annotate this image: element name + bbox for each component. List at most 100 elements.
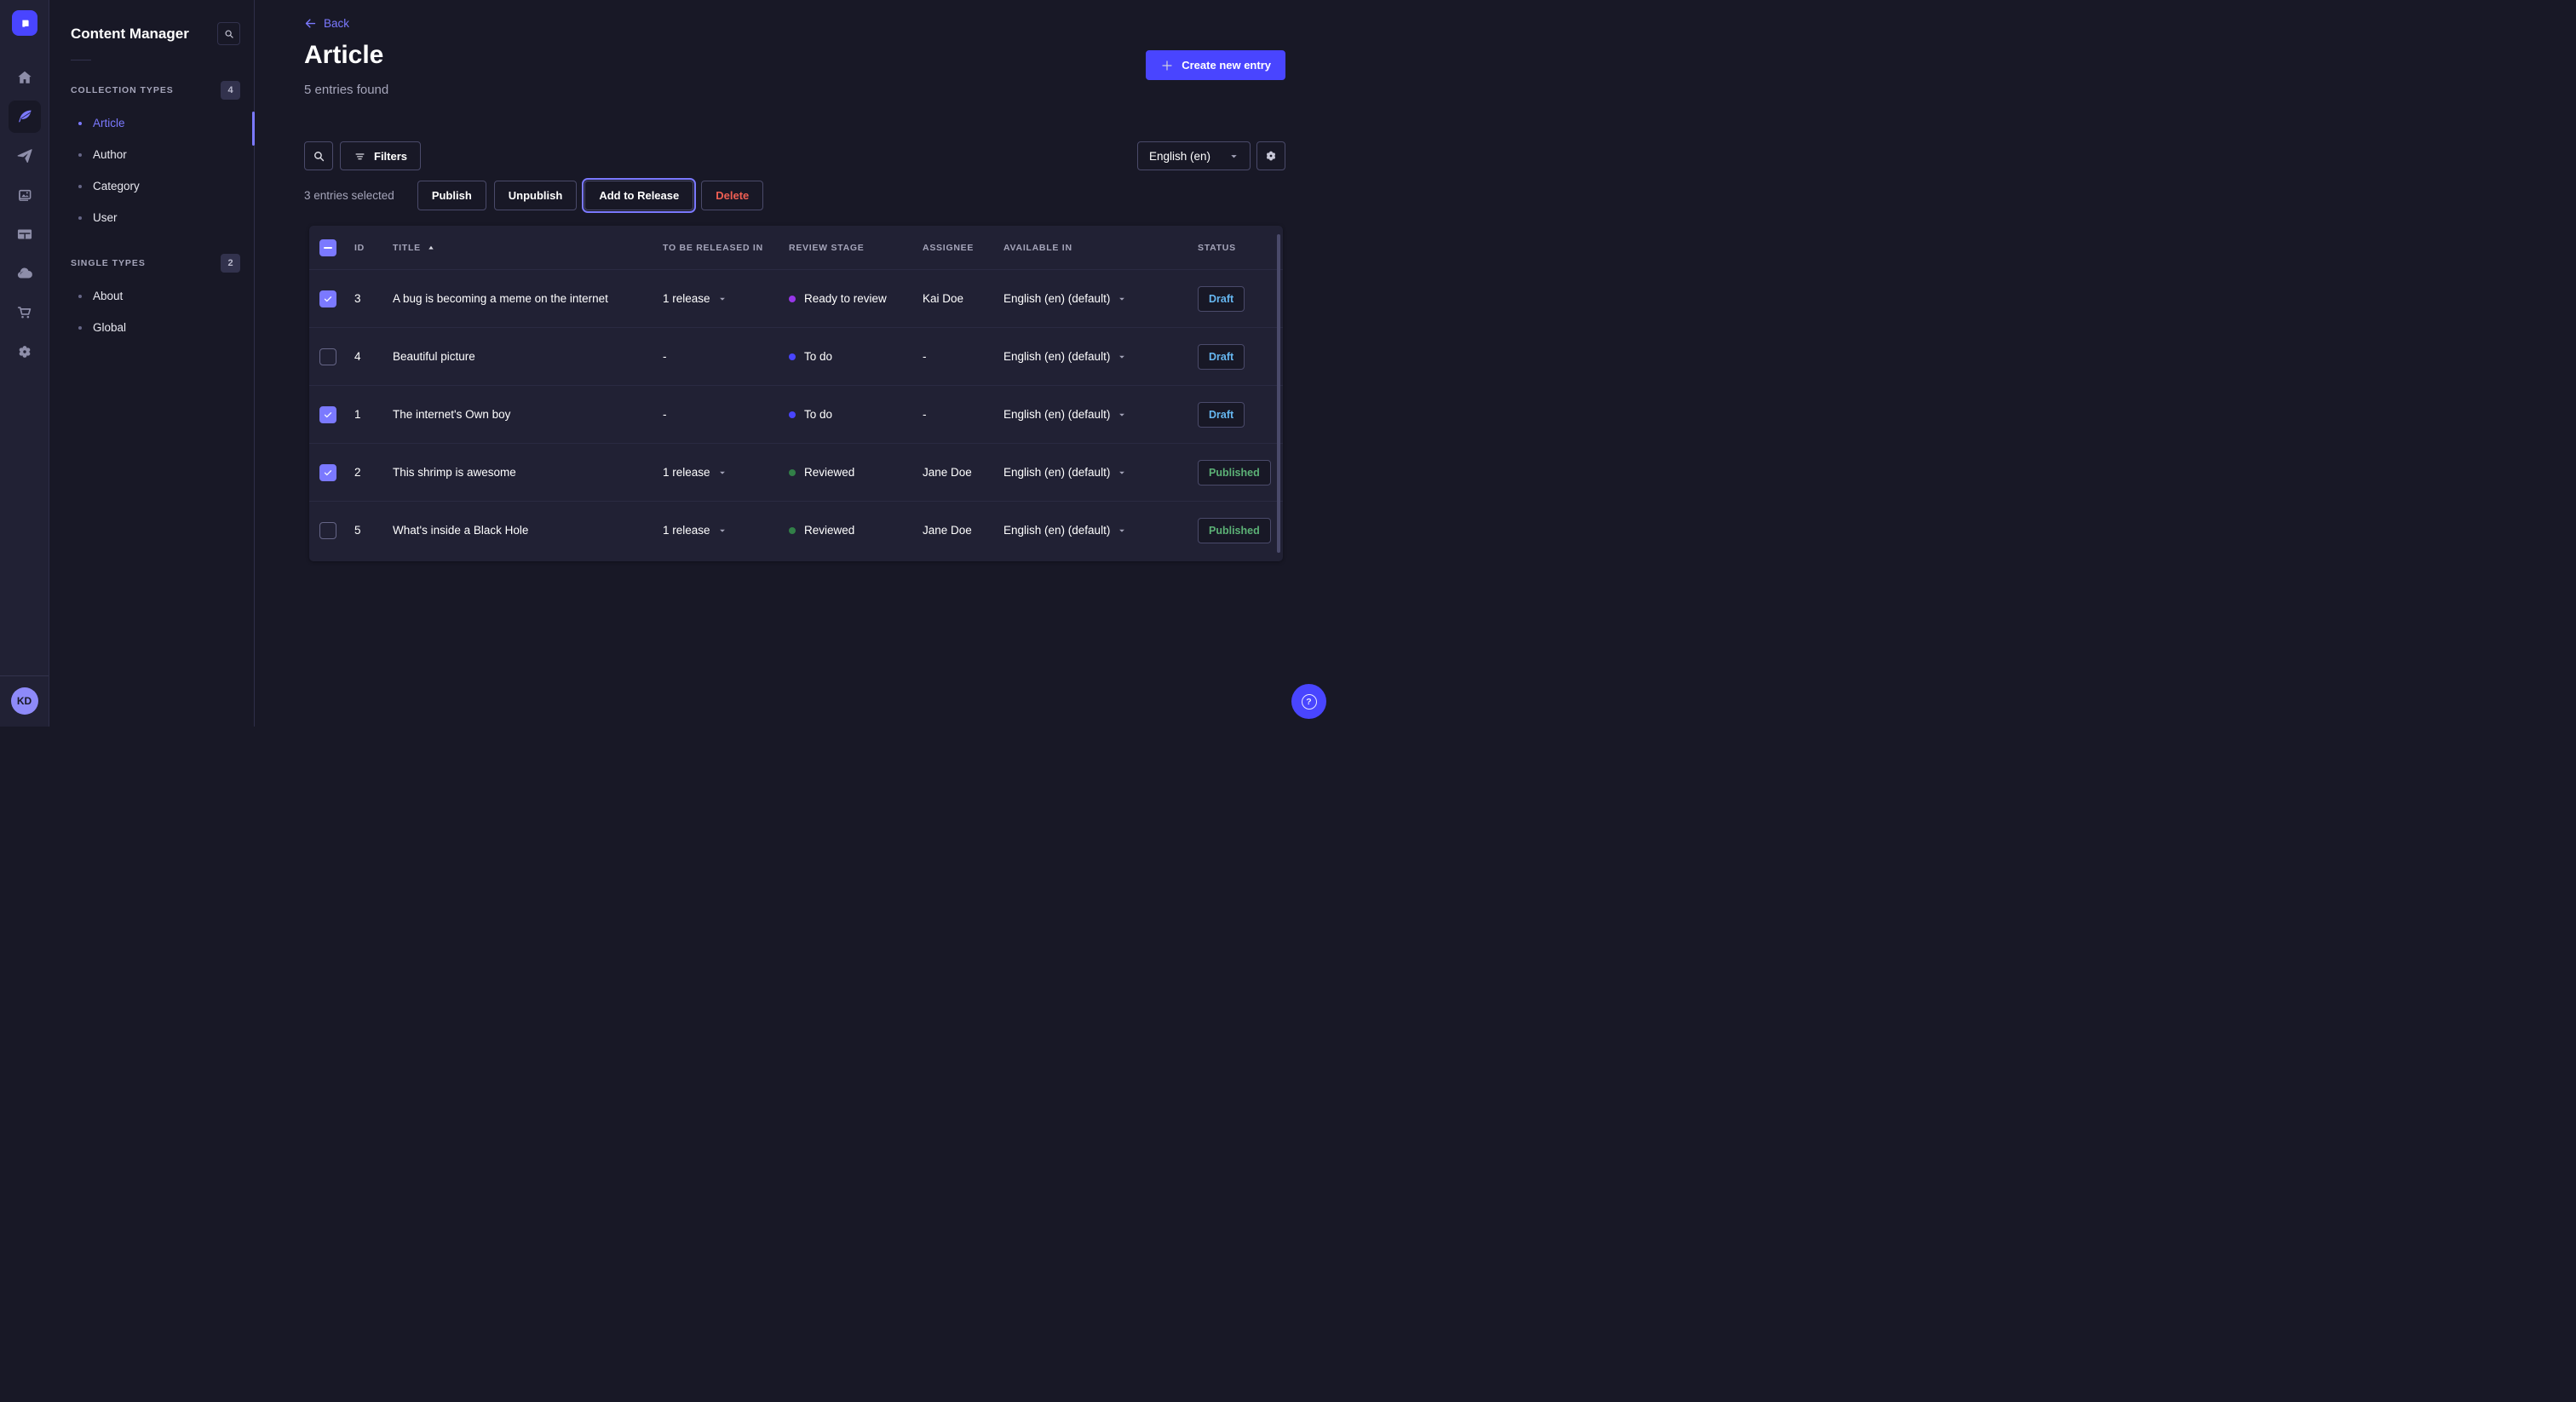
- cell-release-dropdown[interactable]: 1 release: [663, 524, 789, 537]
- nav-releases[interactable]: [9, 140, 41, 172]
- cell-release-dropdown[interactable]: -: [663, 408, 789, 421]
- cell-review-stage: Reviewed: [789, 524, 923, 537]
- nav-media-library[interactable]: [9, 179, 41, 211]
- shopping-cart-icon: [15, 303, 34, 322]
- table-row[interactable]: 4 Beautiful picture - To do - English (e…: [309, 327, 1283, 385]
- cell-available-in[interactable]: English (en) (default): [1003, 524, 1198, 537]
- table-row[interactable]: 3 A bug is becoming a meme on the intern…: [309, 269, 1283, 327]
- nav-content-manager[interactable]: [9, 101, 41, 133]
- cell-title: The internet's Own boy: [393, 408, 663, 421]
- chevron-down-icon: [718, 468, 727, 477]
- cell-title: What's inside a Black Hole: [393, 524, 663, 537]
- single-types-section: SINGLE TYPES 2 About Global: [49, 254, 254, 343]
- main-nav: KD: [0, 0, 49, 727]
- chevron-down-icon: [718, 295, 727, 303]
- cell-available-in[interactable]: English (en) (default): [1003, 350, 1198, 363]
- stage-dot: [789, 353, 796, 360]
- row-checkbox[interactable]: [319, 348, 336, 365]
- row-checkbox[interactable]: [319, 290, 336, 307]
- publish-button[interactable]: Publish: [417, 181, 486, 210]
- sidebar-item-author[interactable]: Author: [49, 139, 254, 170]
- collection-types-section: COLLECTION TYPES 4 Article Author Catego…: [49, 81, 254, 233]
- cell-available-in[interactable]: English (en) (default): [1003, 408, 1198, 421]
- sidebar-search-button[interactable]: [217, 22, 240, 45]
- table-scrollbar[interactable]: [1277, 234, 1280, 553]
- status-badge: Draft: [1198, 344, 1245, 370]
- cell-id: 3: [354, 292, 393, 305]
- strapi-logo[interactable]: [12, 10, 37, 36]
- add-to-release-button[interactable]: Add to Release: [584, 181, 693, 210]
- column-review-stage[interactable]: REVIEW STAGE: [789, 243, 923, 253]
- cell-available-in[interactable]: English (en) (default): [1003, 466, 1198, 479]
- sidebar-item-global[interactable]: Global: [49, 312, 254, 343]
- status-badge: Draft: [1198, 402, 1245, 428]
- cell-release-dropdown[interactable]: 1 release: [663, 292, 789, 305]
- cell-available-in[interactable]: English (en) (default): [1003, 292, 1198, 305]
- back-link[interactable]: Back: [304, 17, 349, 30]
- column-assignee[interactable]: ASSIGNEE: [923, 243, 1003, 253]
- table-row[interactable]: 2 This shrimp is awesome 1 release Revie…: [309, 443, 1283, 501]
- row-checkbox[interactable]: [319, 522, 336, 539]
- row-checkbox[interactable]: [319, 406, 336, 423]
- search-icon: [312, 149, 326, 164]
- table-row[interactable]: 5 What's inside a Black Hole 1 release R…: [309, 501, 1283, 559]
- status-badge: Draft: [1198, 286, 1245, 312]
- sidebar-item-user[interactable]: User: [49, 202, 254, 233]
- status-badge: Published: [1198, 460, 1271, 486]
- question-mark-icon: ?: [1302, 694, 1317, 710]
- nav-deploy[interactable]: [9, 257, 41, 290]
- select-all-checkbox[interactable]: [319, 239, 336, 256]
- filters-button[interactable]: Filters: [340, 141, 421, 170]
- chevron-down-icon: [1229, 152, 1239, 161]
- nav-content-type-builder[interactable]: [9, 218, 41, 250]
- create-new-entry-button[interactable]: Create new entry: [1146, 50, 1285, 80]
- main-content: Back Article 5 entries found Create new …: [255, 0, 1336, 727]
- chevron-down-icon: [1118, 353, 1126, 361]
- chevron-down-icon: [1118, 411, 1126, 419]
- bulk-actions-bar: 3 entries selected Publish Unpublish Add…: [304, 181, 771, 210]
- view-settings-button[interactable]: [1256, 141, 1285, 170]
- cell-title: Beautiful picture: [393, 350, 663, 363]
- arrow-left-icon: [304, 17, 317, 30]
- cell-title: A bug is becoming a meme on the internet: [393, 292, 663, 305]
- unpublish-button[interactable]: Unpublish: [494, 181, 578, 210]
- cell-id: 5: [354, 524, 393, 537]
- table-header-row: ID TITLE TO BE RELEASED IN REVIEW STAGE …: [309, 226, 1283, 269]
- media-images-icon: [15, 186, 34, 204]
- sidebar-item-category[interactable]: Category: [49, 170, 254, 202]
- column-title[interactable]: TITLE: [393, 243, 663, 253]
- collection-types-label: COLLECTION TYPES: [71, 85, 174, 95]
- row-checkbox[interactable]: [319, 464, 336, 481]
- search-entries-button[interactable]: [304, 141, 333, 170]
- cell-id: 2: [354, 466, 393, 479]
- page-title: Article: [304, 41, 383, 70]
- stage-dot: [789, 527, 796, 534]
- column-status[interactable]: STATUS: [1198, 243, 1283, 253]
- locale-select[interactable]: English (en): [1137, 141, 1251, 170]
- delete-button[interactable]: Delete: [701, 181, 763, 210]
- column-to-be-released-in[interactable]: TO BE RELEASED IN: [663, 243, 789, 253]
- sidebar-item-article[interactable]: Article: [49, 107, 254, 139]
- nav-settings[interactable]: [9, 336, 41, 368]
- column-id[interactable]: ID: [354, 243, 393, 253]
- chevron-down-icon: [1118, 526, 1126, 535]
- nav-marketplace[interactable]: [9, 296, 41, 329]
- sidebar-item-about[interactable]: About: [49, 280, 254, 312]
- cell-release-dropdown[interactable]: 1 release: [663, 466, 789, 479]
- stage-dot: [789, 296, 796, 302]
- column-available-in[interactable]: AVAILABLE IN: [1003, 243, 1198, 253]
- cell-review-stage: Reviewed: [789, 466, 923, 479]
- cell-id: 4: [354, 350, 393, 363]
- sidebar-title: Content Manager: [71, 26, 189, 43]
- cell-review-stage: To do: [789, 408, 923, 421]
- content-manager-sidebar: Content Manager COLLECTION TYPES 4 Artic…: [49, 0, 255, 727]
- nav-home[interactable]: [9, 61, 41, 94]
- cell-assignee: Jane Doe: [923, 466, 1003, 479]
- user-avatar[interactable]: KD: [11, 687, 38, 715]
- help-button[interactable]: ?: [1291, 684, 1326, 719]
- cell-assignee: Jane Doe: [923, 524, 1003, 537]
- search-icon: [223, 28, 235, 40]
- stage-dot: [789, 469, 796, 476]
- table-row[interactable]: 1 The internet's Own boy - To do - Engli…: [309, 385, 1283, 443]
- cell-release-dropdown[interactable]: -: [663, 350, 789, 363]
